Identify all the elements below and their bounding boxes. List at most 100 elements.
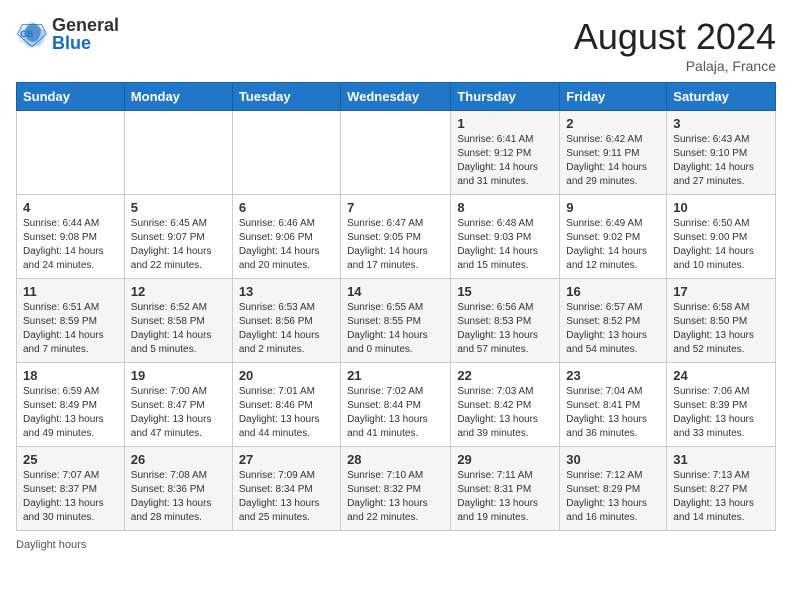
calendar-cell: 11Sunrise: 6:51 AMSunset: 8:59 PMDayligh… (17, 279, 125, 363)
day-info: Sunrise: 7:04 AMSunset: 8:41 PMDaylight:… (566, 385, 660, 441)
day-info: Sunrise: 6:53 AMSunset: 8:56 PMDaylight:… (239, 301, 334, 357)
calendar-week-3: 11Sunrise: 6:51 AMSunset: 8:59 PMDayligh… (17, 279, 776, 363)
calendar-cell: 9Sunrise: 6:49 AMSunset: 9:02 PMDaylight… (560, 195, 667, 279)
logo: GB General Blue (16, 16, 119, 52)
location-label: Palaja, France (574, 58, 776, 74)
calendar-cell: 5 Sunrise: 6:45 AMSunset: 9:07 PMDaylight… (124, 195, 232, 279)
calendar-footer: Daylight hours (16, 539, 776, 551)
calendar-cell: 31Sunrise: 7:13 AMSunset: 8:27 PMDayligh… (667, 447, 776, 531)
daylight-hours-label: Daylight hours (16, 539, 86, 551)
day-info: Sunrise: 7:09 AMSunset: 8:34 PMDaylight:… (239, 469, 334, 525)
day-info: Sunrise: 6:43 AMSunset: 9:10 PMDaylight:… (673, 133, 769, 189)
day-info: Sunrise: 7:11 AMSunset: 8:31 PMDaylight:… (457, 469, 553, 525)
day-number: 25 (23, 452, 118, 467)
logo-icon: GB (16, 18, 48, 50)
day-number: 3 (673, 116, 769, 131)
calendar-cell: 24 Sunrise: 7:06 AMSunset: 8:39 PMDayligh… (667, 363, 776, 447)
day-info: Sunrise: 6:56 AMSunset: 8:53 PMDaylight:… (457, 301, 553, 357)
day-number: 20 (239, 368, 334, 383)
day-number: 11 (23, 284, 118, 299)
month-year-title: August 2024 (574, 16, 776, 58)
day-number: 8 (457, 200, 553, 215)
title-block: August 2024 Palaja, France (574, 16, 776, 74)
calendar-cell (341, 111, 451, 195)
day-number: 15 (457, 284, 553, 299)
day-info: Sunrise: 6:45 AMSunset: 9:07 PMDaylight:… (131, 217, 226, 273)
calendar-cell: 30Sunrise: 7:12 AMSunset: 8:29 PMDayligh… (560, 447, 667, 531)
calendar-cell: 2 Sunrise: 6:42 AMSunset: 9:11 PMDaylight… (560, 111, 667, 195)
day-info: Sunrise: 7:02 AMSunset: 8:44 PMDaylight:… (347, 385, 444, 441)
day-info: Sunrise: 6:50 AMSunset: 9:00 PMDaylight:… (673, 217, 769, 273)
day-header-tuesday: Tuesday (232, 83, 340, 111)
calendar-cell: 12 Sunrise: 6:52 AMSunset: 8:58 PMDayligh… (124, 279, 232, 363)
calendar-cell: 21 Sunrise: 7:02 AMSunset: 8:44 PMDayligh… (341, 363, 451, 447)
day-number: 10 (673, 200, 769, 215)
calendar-header-row: SundayMondayTuesdayWednesdayThursdayFrid… (17, 83, 776, 111)
day-info: Sunrise: 7:08 AMSunset: 8:36 PMDaylight:… (131, 469, 226, 525)
calendar-cell: 6 Sunrise: 6:46 AMSunset: 9:06 PMDaylight… (232, 195, 340, 279)
calendar-cell: 14 Sunrise: 6:55 AMSunset: 8:55 PMDayligh… (341, 279, 451, 363)
calendar-cell: 18 Sunrise: 6:59 AMSunset: 8:49 PMDayligh… (17, 363, 125, 447)
calendar-cell: 3 Sunrise: 6:43 AMSunset: 9:10 PMDaylight… (667, 111, 776, 195)
calendar-cell: 17 Sunrise: 6:58 AMSunset: 8:50 PMDayligh… (667, 279, 776, 363)
day-header-saturday: Saturday (667, 83, 776, 111)
calendar-cell: 26 Sunrise: 7:08 AMSunset: 8:36 PMDayligh… (124, 447, 232, 531)
day-info: Sunrise: 7:06 AMSunset: 8:39 PMDaylight:… (673, 385, 769, 441)
day-number: 7 (347, 200, 444, 215)
svg-text:GB: GB (20, 29, 33, 39)
day-info: Sunrise: 7:13 AMSunset: 8:27 PMDaylight:… (673, 469, 769, 525)
calendar-cell: 13 Sunrise: 6:53 AMSunset: 8:56 PMDayligh… (232, 279, 340, 363)
day-info: Sunrise: 6:52 AMSunset: 8:58 PMDaylight:… (131, 301, 226, 357)
day-info: Sunrise: 6:55 AMSunset: 8:55 PMDaylight:… (347, 301, 444, 357)
day-number: 9 (566, 200, 660, 215)
day-number: 19 (131, 368, 226, 383)
day-info: Sunrise: 6:44 AMSunset: 9:08 PMDaylight:… (23, 217, 118, 273)
calendar-cell: 25 Sunrise: 7:07 AMSunset: 8:37 PMDayligh… (17, 447, 125, 531)
calendar-table: SundayMondayTuesdayWednesdayThursdayFrid… (16, 82, 776, 531)
calendar-cell: 15 Sunrise: 6:56 AMSunset: 8:53 PMDayligh… (451, 279, 560, 363)
day-number: 21 (347, 368, 444, 383)
day-number: 2 (566, 116, 660, 131)
day-number: 18 (23, 368, 118, 383)
day-number: 30 (566, 452, 660, 467)
logo-text: General Blue (52, 16, 119, 52)
day-number: 28 (347, 452, 444, 467)
day-info: Sunrise: 6:57 AMSunset: 8:52 PMDaylight:… (566, 301, 660, 357)
calendar-cell: 20 Sunrise: 7:01 AMSunset: 8:46 PMDayligh… (232, 363, 340, 447)
day-number: 12 (131, 284, 226, 299)
day-number: 16 (566, 284, 660, 299)
calendar-cell: 16 Sunrise: 6:57 AMSunset: 8:52 PMDayligh… (560, 279, 667, 363)
day-number: 1 (457, 116, 553, 131)
calendar-cell (232, 111, 340, 195)
calendar-cell: 28Sunrise: 7:10 AMSunset: 8:32 PMDayligh… (341, 447, 451, 531)
day-info: Sunrise: 6:48 AMSunset: 9:03 PMDaylight:… (457, 217, 553, 273)
day-header-wednesday: Wednesday (341, 83, 451, 111)
day-number: 26 (131, 452, 226, 467)
day-info: Sunrise: 6:46 AMSunset: 9:06 PMDaylight:… (239, 217, 334, 273)
day-info: Sunrise: 6:47 AMSunset: 9:05 PMDaylight:… (347, 217, 444, 273)
day-info: Sunrise: 6:41 AMSunset: 9:12 PMDaylight:… (457, 133, 553, 189)
day-number: 13 (239, 284, 334, 299)
calendar-cell: 10 Sunrise: 6:50 AMSunset: 9:00 PMDayligh… (667, 195, 776, 279)
calendar-week-2: 4 Sunrise: 6:44 AMSunset: 9:08 PMDaylight… (17, 195, 776, 279)
day-info: Sunrise: 7:03 AMSunset: 8:42 PMDaylight:… (457, 385, 553, 441)
day-info: Sunrise: 7:07 AMSunset: 8:37 PMDaylight:… (23, 469, 118, 525)
day-header-friday: Friday (560, 83, 667, 111)
calendar-cell: 22Sunrise: 7:03 AMSunset: 8:42 PMDayligh… (451, 363, 560, 447)
day-number: 6 (239, 200, 334, 215)
day-number: 4 (23, 200, 118, 215)
calendar-cell: 23Sunrise: 7:04 AMSunset: 8:41 PMDayligh… (560, 363, 667, 447)
day-header-thursday: Thursday (451, 83, 560, 111)
day-info: Sunrise: 6:42 AMSunset: 9:11 PMDaylight:… (566, 133, 660, 189)
calendar-cell: 4 Sunrise: 6:44 AMSunset: 9:08 PMDaylight… (17, 195, 125, 279)
day-number: 24 (673, 368, 769, 383)
day-info: Sunrise: 6:58 AMSunset: 8:50 PMDaylight:… (673, 301, 769, 357)
day-number: 14 (347, 284, 444, 299)
day-info: Sunrise: 7:01 AMSunset: 8:46 PMDaylight:… (239, 385, 334, 441)
page-header: GB General Blue August 2024 Palaja, Fran… (16, 16, 776, 74)
calendar-cell: 7 Sunrise: 6:47 AMSunset: 9:05 PMDaylight… (341, 195, 451, 279)
day-number: 17 (673, 284, 769, 299)
calendar-cell: 8 Sunrise: 6:48 AMSunset: 9:03 PMDaylight… (451, 195, 560, 279)
day-number: 5 (131, 200, 226, 215)
day-info: Sunrise: 6:59 AMSunset: 8:49 PMDaylight:… (23, 385, 118, 441)
